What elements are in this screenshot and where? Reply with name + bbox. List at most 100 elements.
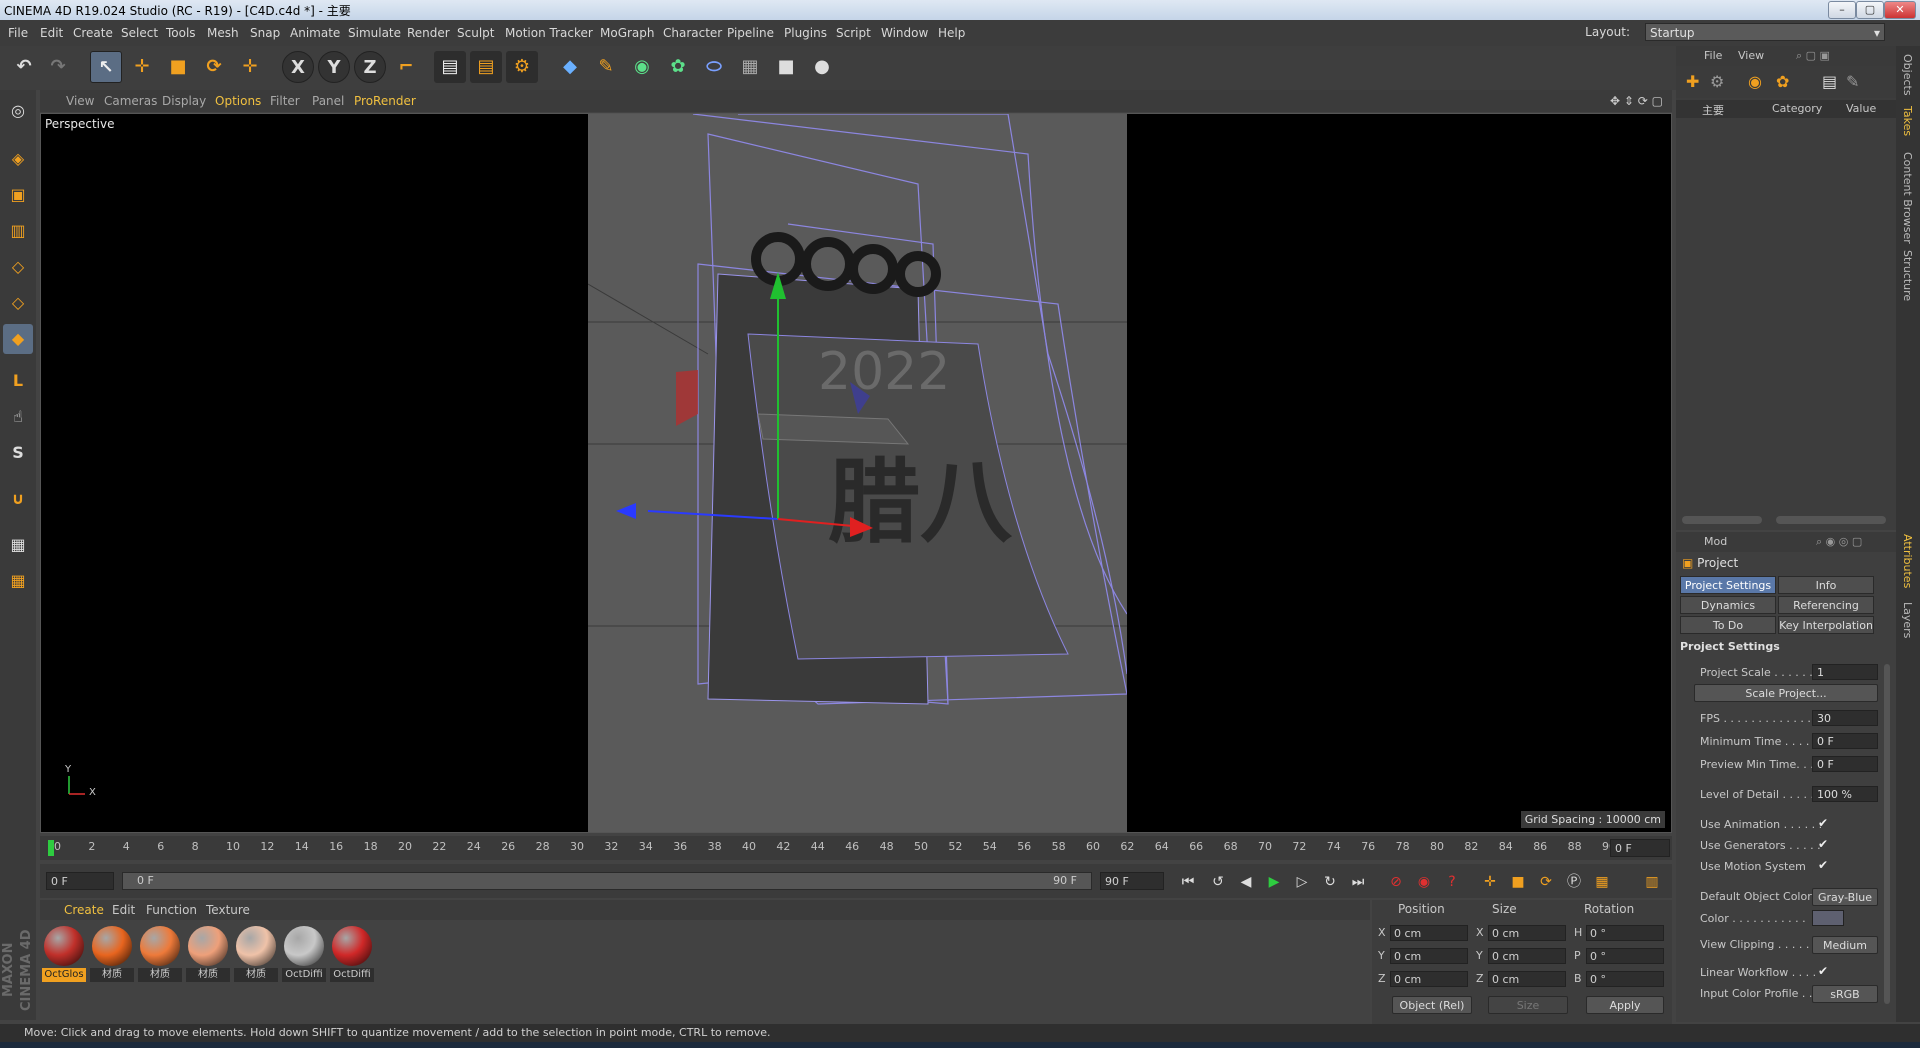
autokey-icon[interactable]: ◉: [1412, 871, 1436, 893]
vertical-scrollbar[interactable]: [1884, 664, 1890, 1004]
level-of-detail-field[interactable]: 100 %: [1812, 786, 1878, 802]
y-axis-lock[interactable]: Y: [318, 51, 350, 83]
viewport-nav-icon[interactable]: ✥ ⇕ ⟳ ▢: [1610, 94, 1663, 108]
search-icon[interactable]: ⌕ ▢ ▣: [1796, 49, 1830, 63]
menu-motion-tracker[interactable]: Motion Tracker: [505, 26, 593, 40]
override-icon[interactable]: ◉: [1748, 72, 1762, 91]
clone-take-icon[interactable]: ⚙: [1710, 72, 1724, 91]
horizontal-scrollbar-2[interactable]: [1776, 516, 1886, 524]
range-slider[interactable]: 0 F 90 F: [122, 872, 1092, 890]
use-animation-checkbox[interactable]: ✔: [1818, 816, 1828, 830]
menu-window[interactable]: Window: [881, 26, 928, 40]
tab-to-do[interactable]: To Do: [1680, 616, 1776, 634]
rot-h-field[interactable]: 0 °: [1586, 925, 1664, 941]
side-tab-objects[interactable]: Objects: [1901, 54, 1914, 96]
take-lock-icon[interactable]: ✎: [1846, 72, 1859, 91]
coordinate-mode-select[interactable]: Object (Rel): [1392, 996, 1472, 1014]
menu-pipeline[interactable]: Pipeline: [727, 26, 774, 40]
light-icon[interactable]: ●: [806, 51, 838, 83]
material-item[interactable]: OctDiffi: [282, 924, 326, 986]
view-clipping-select[interactable]: Medium: [1812, 936, 1878, 954]
side-tab-structure[interactable]: Structure: [1901, 250, 1914, 301]
default-object-color-select[interactable]: Gray-Blue: [1812, 888, 1878, 906]
mat-menu-texture[interactable]: Texture: [206, 903, 250, 917]
menu-simulate[interactable]: Simulate: [348, 26, 401, 40]
obj-menu-file[interactable]: File: [1704, 49, 1722, 62]
key-parameter-icon[interactable]: Ⓟ: [1562, 871, 1586, 893]
rotate-icon[interactable]: ⟳: [198, 51, 230, 83]
menu-create[interactable]: Create: [73, 26, 113, 40]
pos-x-field[interactable]: 0 cm: [1390, 925, 1468, 941]
points-mode-icon[interactable]: ◇: [3, 252, 33, 282]
timeline-ruler[interactable]: 0 2 4 6 8 10 12 14 16 18 20 22 24 26 28 30 32 34 36 38 40 42 4…: [40, 836, 1672, 860]
attr-mode-menu[interactable]: Mod: [1704, 535, 1727, 548]
mat-menu-create[interactable]: Create: [64, 903, 104, 917]
previous-frame-icon[interactable]: ◀: [1234, 871, 1258, 893]
next-key-icon[interactable]: ↻: [1318, 871, 1342, 893]
live-selection-icon[interactable]: ↖: [90, 51, 122, 83]
deformer-icon[interactable]: ⬭: [698, 51, 730, 83]
maximize-button[interactable]: ▢: [1856, 1, 1884, 19]
rot-p-field[interactable]: 0 °: [1586, 948, 1664, 964]
menu-help[interactable]: Help: [938, 26, 965, 40]
menu-file[interactable]: File: [8, 26, 28, 40]
subdivision-icon[interactable]: ◉: [626, 51, 658, 83]
render-settings-icon[interactable]: ⚙: [506, 51, 538, 83]
size-y-field[interactable]: 0 cm: [1488, 948, 1566, 964]
mat-menu-edit[interactable]: Edit: [112, 903, 135, 917]
scale-icon[interactable]: ■: [162, 51, 194, 83]
tab-dynamics[interactable]: Dynamics: [1680, 596, 1776, 614]
menu-tools[interactable]: Tools: [166, 26, 196, 40]
fps-field[interactable]: 30: [1812, 710, 1878, 726]
apply-button[interactable]: Apply: [1586, 996, 1664, 1014]
search-icon[interactable]: ⌕ ◉ ◎ ▢: [1816, 535, 1862, 549]
color-swatch[interactable]: [1812, 910, 1844, 926]
previous-key-icon[interactable]: ↺: [1206, 871, 1230, 893]
menu-edit[interactable]: Edit: [40, 26, 63, 40]
side-tab-attributes[interactable]: Attributes: [1901, 534, 1914, 588]
record-icon[interactable]: ⊘: [1384, 871, 1408, 893]
side-tab-content-browser[interactable]: Content Browser: [1901, 152, 1914, 244]
vp-menu-view[interactable]: View: [66, 94, 94, 108]
vp-menu-panel[interactable]: Panel: [312, 94, 344, 108]
lock-workplane-icon[interactable]: ▦: [3, 530, 33, 560]
obj-menu-view[interactable]: View: [1738, 49, 1764, 62]
polygons-mode-icon[interactable]: ◆: [3, 324, 33, 354]
go-to-end-icon[interactable]: ⏭: [1346, 871, 1370, 893]
material-item[interactable]: 材质: [234, 924, 278, 986]
minimize-button[interactable]: –: [1828, 1, 1856, 19]
go-to-start-icon[interactable]: ⏮: [1176, 871, 1200, 893]
menu-plugins[interactable]: Plugins: [784, 26, 827, 40]
tab-referencing[interactable]: Referencing: [1778, 596, 1874, 614]
current-frame-field[interactable]: 0 F: [1610, 839, 1670, 857]
key-position-icon[interactable]: ✛: [1478, 871, 1502, 893]
key-pla-icon[interactable]: ▦: [1590, 871, 1614, 893]
planar-workplane-icon[interactable]: ▦: [3, 566, 33, 596]
keyframe-selection-icon[interactable]: ?: [1440, 871, 1464, 893]
viewport[interactable]: 2022 腊八 Perspective Grid Spacing : 10000…: [40, 113, 1672, 833]
close-button[interactable]: ✕: [1884, 1, 1916, 19]
menu-snap[interactable]: Snap: [250, 26, 280, 40]
menu-mesh[interactable]: Mesh: [207, 26, 239, 40]
auto-take-icon[interactable]: ✿: [1776, 72, 1789, 91]
take-name[interactable]: 主要: [1702, 102, 1724, 118]
solo-icon[interactable]: S: [3, 438, 33, 468]
undo-icon[interactable]: ↶: [8, 51, 40, 83]
size-z-field[interactable]: 0 cm: [1488, 971, 1566, 987]
vp-menu-display[interactable]: Display: [162, 94, 206, 108]
side-tab-takes[interactable]: Takes: [1901, 106, 1914, 136]
vp-menu-options[interactable]: Options: [215, 94, 261, 108]
scale-project-button[interactable]: Scale Project...: [1694, 684, 1878, 702]
tab-project-settings[interactable]: Project Settings: [1680, 576, 1776, 594]
menu-animate[interactable]: Animate: [290, 26, 340, 40]
render-picture-viewer-icon[interactable]: ▤: [470, 51, 502, 83]
tab-info[interactable]: Info: [1778, 576, 1874, 594]
camera-icon[interactable]: ■: [770, 51, 802, 83]
material-item[interactable]: 材质: [90, 924, 134, 986]
x-axis-lock[interactable]: X: [282, 51, 314, 83]
material-item[interactable]: OctGlos: [42, 924, 86, 986]
coordinate-system-icon[interactable]: ⌐: [390, 51, 422, 83]
menu-sculpt[interactable]: Sculpt: [457, 26, 494, 40]
texture-mode-icon[interactable]: ▣: [3, 180, 33, 210]
horizontal-scrollbar[interactable]: [1682, 516, 1762, 524]
